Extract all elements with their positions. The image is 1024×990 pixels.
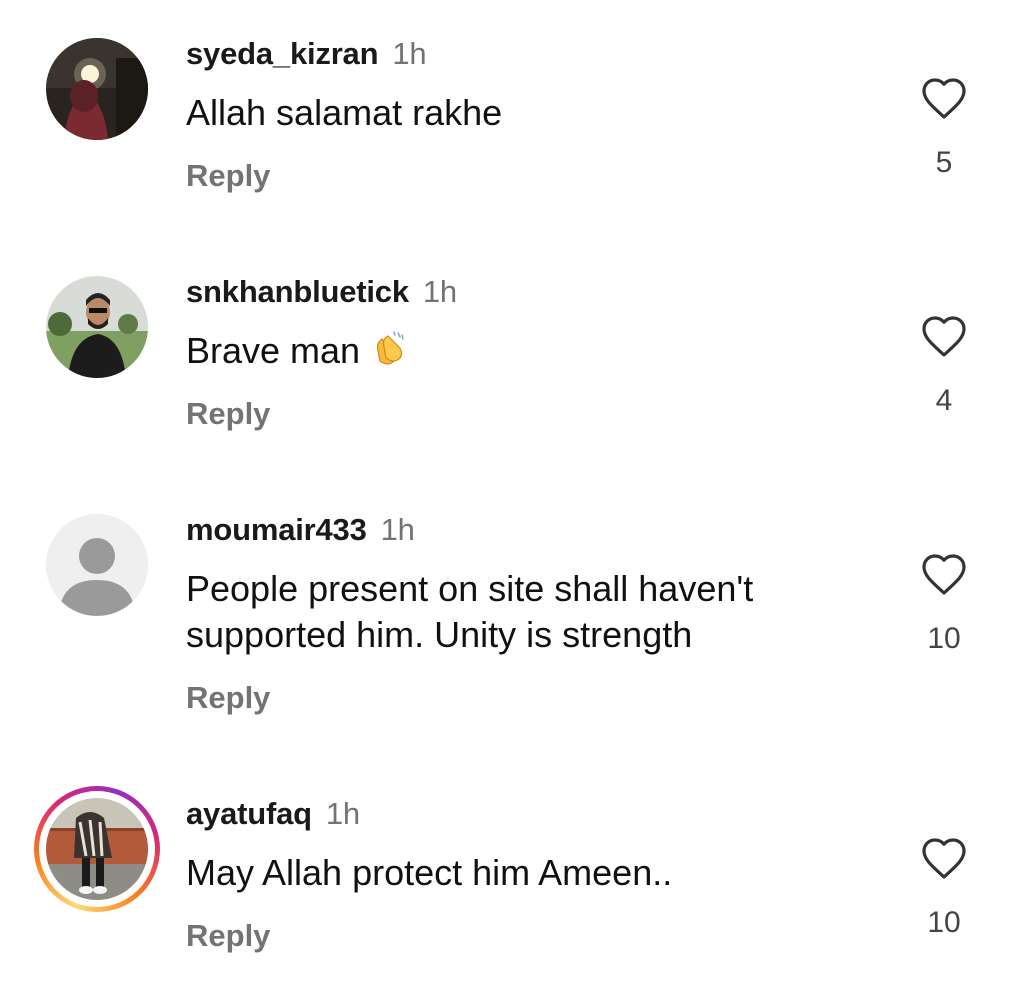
user-photo xyxy=(46,276,148,378)
timestamp: 1h xyxy=(380,512,415,547)
comment-text: Allah salamat rakhe xyxy=(186,92,503,133)
heart-outline-icon xyxy=(912,552,976,596)
reply-button[interactable]: Reply xyxy=(186,396,270,432)
heart-outline-icon xyxy=(912,314,976,358)
default-person-icon xyxy=(46,514,148,616)
avatar[interactable] xyxy=(46,514,148,616)
user-photo xyxy=(46,798,148,900)
username[interactable]: moumair433 1h xyxy=(186,512,415,548)
like-button[interactable]: 4 xyxy=(912,314,976,418)
username[interactable]: snkhanbluetick 1h xyxy=(186,274,457,310)
comment-item: snkhanbluetick 1h Brave man Reply 4 xyxy=(0,238,1024,468)
like-button[interactable]: 10 xyxy=(912,836,976,940)
comment-item: moumair433 1h People present on site shal… xyxy=(0,476,1024,715)
reply-button[interactable]: Reply xyxy=(186,918,270,954)
story-ring[interactable] xyxy=(34,786,160,912)
timestamp: 1h xyxy=(392,36,427,71)
comment-text: Brave man xyxy=(186,328,866,380)
like-count: 4 xyxy=(935,384,953,417)
clapping-hands-icon xyxy=(368,329,408,380)
like-count: 10 xyxy=(927,622,961,655)
comment-item: ayatufaq 1h May Allah protect him Ameen..… xyxy=(0,760,1024,990)
user-photo xyxy=(46,38,148,140)
username[interactable]: syeda_kizran 1h xyxy=(186,36,427,72)
comment-item: syeda_kizran 1h Allah salamat rakhe Reply… xyxy=(0,0,1024,230)
timestamp: 1h xyxy=(422,274,457,309)
comment-text: May Allah protect him Ameen.. xyxy=(186,852,673,893)
heart-outline-icon xyxy=(912,836,976,880)
username[interactable]: ayatufaq 1h xyxy=(186,796,360,832)
like-count: 5 xyxy=(935,146,953,179)
like-button[interactable]: 10 xyxy=(912,552,976,656)
timestamp: 1h xyxy=(325,796,360,831)
comment-text: People present on site shall haven't sup… xyxy=(186,568,754,655)
reply-button[interactable]: Reply xyxy=(186,680,270,716)
like-count: 10 xyxy=(927,906,961,939)
heart-outline-icon xyxy=(912,76,976,120)
like-button[interactable]: 5 xyxy=(912,76,976,180)
avatar[interactable] xyxy=(46,38,148,140)
reply-button[interactable]: Reply xyxy=(186,158,270,194)
avatar[interactable] xyxy=(46,276,148,378)
